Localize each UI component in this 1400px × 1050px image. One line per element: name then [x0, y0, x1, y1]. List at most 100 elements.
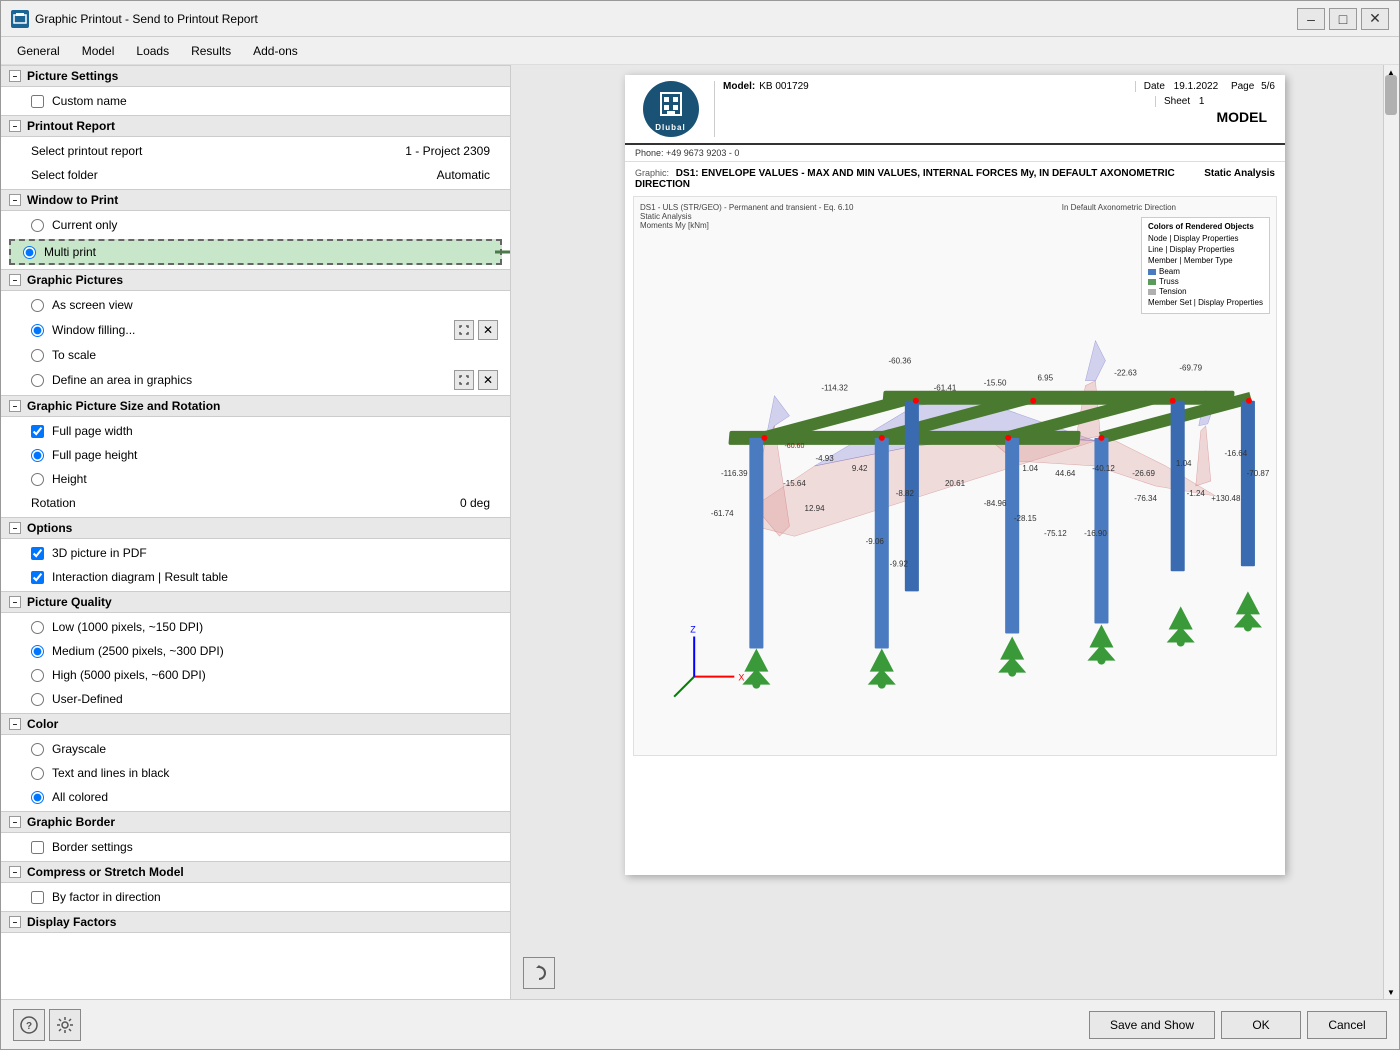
all-colored-radio[interactable] [31, 791, 44, 804]
collapse-quality[interactable]: – [9, 596, 21, 608]
cancel-button[interactable]: Cancel [1307, 1011, 1387, 1039]
model-label: Model: [723, 81, 755, 92]
refresh-button[interactable] [523, 957, 555, 989]
minimize-button[interactable]: – [1297, 8, 1325, 30]
all-colored-row: All colored [1, 785, 510, 809]
select-folder-label: Select folder [31, 168, 429, 182]
help-button[interactable]: ? [13, 1009, 45, 1041]
multi-print-radio[interactable] [23, 246, 36, 259]
collapse-size[interactable]: – [9, 400, 21, 412]
svg-text:-9.92: -9.92 [890, 559, 909, 568]
dlubal-logo-svg [653, 87, 689, 123]
scroll-up-arrow[interactable]: ▲ [1385, 67, 1397, 77]
section-size-rotation[interactable]: – Graphic Picture Size and Rotation [1, 395, 510, 417]
section-window-to-print[interactable]: – Window to Print [1, 189, 510, 211]
interaction-diagram-row: Interaction diagram | Result table [1, 565, 510, 589]
section-compress[interactable]: – Compress or Stretch Model [1, 861, 510, 883]
color-content: Grayscale Text and lines in black All co… [1, 735, 510, 811]
maximize-button[interactable]: □ [1329, 8, 1357, 30]
full-width-row: Full page width [1, 419, 510, 443]
menu-general[interactable]: General [7, 41, 70, 61]
svg-text:-84.96: -84.96 [984, 499, 1007, 508]
ok-button[interactable]: OK [1221, 1011, 1301, 1039]
sheet-value: 1 [1199, 96, 1205, 107]
as-screen-radio[interactable] [31, 299, 44, 312]
collapse-graphic[interactable]: – [9, 274, 21, 286]
height-label: Height [52, 472, 498, 486]
border-settings-checkbox[interactable] [31, 841, 44, 854]
collapse-window[interactable]: – [9, 194, 21, 206]
menu-results[interactable]: Results [181, 41, 241, 61]
menu-model[interactable]: Model [72, 41, 125, 61]
quality-low-radio[interactable] [31, 621, 44, 634]
section-graphic-pictures[interactable]: – Graphic Pictures [1, 269, 510, 291]
by-factor-checkbox[interactable] [31, 891, 44, 904]
svg-text:-69.79: -69.79 [1179, 364, 1202, 373]
window-to-print-content: Current only Multi print [1, 211, 510, 269]
help-icon: ? [20, 1016, 38, 1034]
grayscale-radio[interactable] [31, 743, 44, 756]
section-display-factors[interactable]: – Display Factors [1, 911, 510, 933]
close-icon-2[interactable]: ✕ [478, 370, 498, 390]
collapse-color[interactable]: – [9, 718, 21, 730]
rotation-label: Rotation [31, 496, 452, 510]
right-scrollbar[interactable]: ▲ ▼ [1383, 65, 1399, 999]
svg-text:-114.32: -114.32 [821, 384, 848, 393]
collapse-display[interactable]: – [9, 916, 21, 928]
define-area-row: Define an area in graphics ✕ [1, 367, 510, 393]
to-scale-row: To scale [1, 343, 510, 367]
section-options[interactable]: – Options [1, 517, 510, 539]
close-button[interactable]: ✕ [1361, 8, 1389, 30]
menu-loads[interactable]: Loads [126, 41, 179, 61]
title-bar-left: Graphic Printout - Send to Printout Repo… [11, 10, 258, 28]
svg-text:-61.41: -61.41 [934, 384, 957, 393]
full-width-checkbox[interactable] [31, 425, 44, 438]
section-color[interactable]: – Color [1, 713, 510, 735]
quality-user-radio[interactable] [31, 693, 44, 706]
svg-text:-60.60: -60.60 [784, 443, 804, 450]
svg-text:-16.90: -16.90 [1084, 529, 1107, 538]
quality-medium-radio[interactable] [31, 645, 44, 658]
save-and-show-button[interactable]: Save and Show [1089, 1011, 1215, 1039]
model-value: KB 001729 [759, 81, 1127, 92]
full-width-label: Full page width [52, 424, 498, 438]
as-screen-row: As screen view [1, 293, 510, 317]
border-content: Border settings [1, 833, 510, 861]
quality-high-radio[interactable] [31, 669, 44, 682]
collapse-compress[interactable]: – [9, 866, 21, 878]
text-black-radio[interactable] [31, 767, 44, 780]
svg-text:-75.12: -75.12 [1044, 529, 1067, 538]
height-radio[interactable] [31, 473, 44, 486]
collapse-options[interactable]: – [9, 522, 21, 534]
section-picture-settings[interactable]: – Picture Settings [1, 65, 510, 87]
to-scale-radio[interactable] [31, 349, 44, 362]
section-printout-report[interactable]: – Printout Report [1, 115, 510, 137]
border-settings-row: Border settings [1, 835, 510, 859]
pdf-3d-checkbox[interactable] [31, 547, 44, 560]
section-quality[interactable]: – Picture Quality [1, 591, 510, 613]
collapse-border[interactable]: – [9, 816, 21, 828]
expand-icon-2[interactable] [454, 370, 474, 390]
page-label: Page [1231, 81, 1254, 92]
bottom-right: Save and Show OK Cancel [1089, 1011, 1387, 1039]
full-height-radio[interactable] [31, 449, 44, 462]
pdf-3d-row: 3D picture in PDF [1, 541, 510, 565]
expand-icon-1[interactable] [454, 320, 474, 340]
bottom-left: ? [13, 1009, 81, 1041]
menu-addons[interactable]: Add-ons [243, 41, 308, 61]
collapse-picture-settings[interactable]: – [9, 70, 21, 82]
scroll-down-arrow[interactable]: ▼ [1385, 987, 1397, 997]
interaction-diagram-checkbox[interactable] [31, 571, 44, 584]
close-icon-1[interactable]: ✕ [478, 320, 498, 340]
define-area-radio[interactable] [31, 374, 44, 387]
section-border[interactable]: – Graphic Border [1, 811, 510, 833]
custom-name-checkbox[interactable] [31, 95, 44, 108]
preview-page: Dlubal Model: KB 001729 Date 19.1.2022 P… [625, 75, 1285, 875]
all-colored-label: All colored [52, 790, 498, 804]
rotation-row: Rotation 0 deg [1, 491, 510, 515]
settings-button[interactable] [49, 1009, 81, 1041]
current-only-radio[interactable] [31, 219, 44, 232]
sheet-label: Sheet [1164, 96, 1190, 107]
collapse-printout[interactable]: – [9, 120, 21, 132]
window-filling-radio[interactable] [31, 324, 44, 337]
